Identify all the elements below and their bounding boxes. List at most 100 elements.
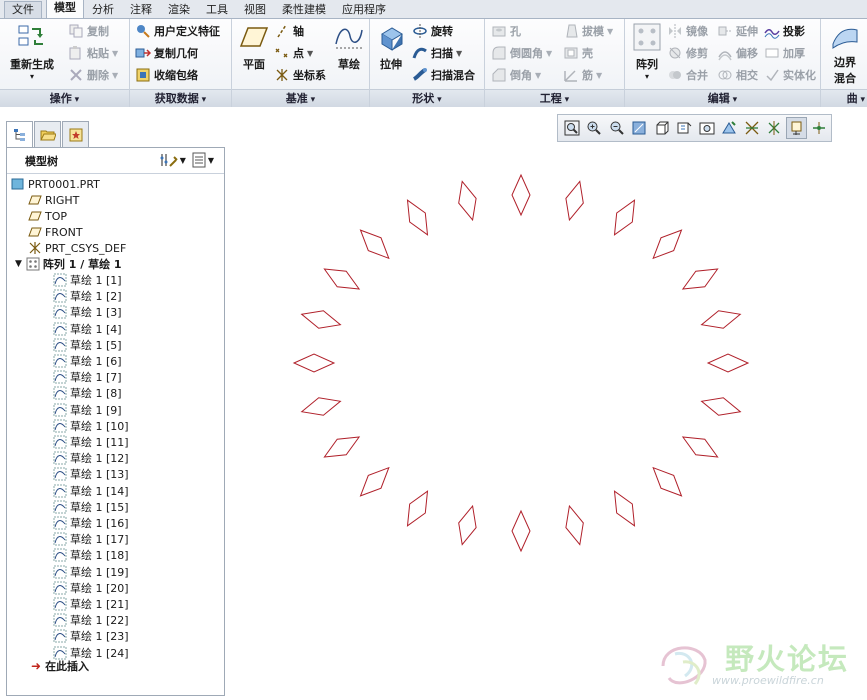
display-style-button[interactable] [651,117,672,139]
tree-item-sketch[interactable]: 草绘 1 [17] [53,531,129,547]
sketch-rhombus[interactable] [652,466,683,497]
solidify-button[interactable]: 实体化 [764,65,816,85]
regenerate-button[interactable]: 重新生成 ▾ [6,22,58,81]
tree-item-sketch[interactable]: 草绘 1 [11] [53,434,129,450]
sketch-rhombus[interactable] [406,199,429,236]
tree-item-sketch[interactable]: 草绘 1 [19] [53,564,129,580]
tree-root-part[interactable]: PRT0001.PRT [11,176,100,192]
group-label-shapes[interactable]: 形状 [370,89,484,107]
show-menu-icon[interactable] [192,152,206,168]
group-label-engineering[interactable]: 工程 [485,89,624,107]
tab-annotate[interactable]: 注释 [122,1,160,18]
tree-item-sketch[interactable]: 草绘 1 [3] [53,304,122,320]
sketch-rhombus[interactable] [565,180,584,222]
axis-button[interactable]: 轴 [274,21,304,41]
tree-insert-here[interactable]: ➜ 在此插入 [31,658,89,674]
sketch-rhombus[interactable] [458,504,477,546]
sketch-rhombus[interactable] [323,436,361,458]
copy-button[interactable]: 复制 [68,21,109,41]
tree-item-sketch[interactable]: 草绘 1 [7] [53,369,122,385]
sketch-rhombus[interactable] [681,268,719,290]
sketch-rhombus[interactable] [706,353,750,373]
zoom-out-button[interactable] [606,117,627,139]
sketch-rhombus[interactable] [613,490,636,527]
pattern-dropdown-arrow[interactable]: ▾ [629,72,665,81]
rib-button[interactable]: 筋 ▼ [563,65,602,85]
group-label-get-data[interactable]: 获取数据 [130,89,231,107]
delete-dropdown-arrow[interactable]: ▼ [112,71,118,80]
group-label-surfaces[interactable]: 曲 [821,89,867,107]
collapse-arrow-icon[interactable]: ▼ [15,259,22,269]
tree-item-sketch[interactable]: 草绘 1 [20] [53,580,129,596]
tree-item-sketch[interactable]: 草绘 1 [23] [53,628,129,644]
view-manager-button[interactable] [696,117,717,139]
tab-view[interactable]: 视图 [236,1,274,18]
tab-analysis[interactable]: 分析 [84,1,122,18]
intersect-button[interactable]: 相交 [717,65,758,85]
sketch-rhombus[interactable] [323,268,361,290]
thicken-button[interactable]: 加厚 [764,43,805,63]
tree-item-top[interactable]: TOP [28,208,67,224]
tree-item-sketch[interactable]: 草绘 1 [8] [53,385,122,401]
tree-item-csys[interactable]: PRT_CSYS_DEF [28,240,126,256]
hole-button[interactable]: 孔 [491,21,521,41]
sketch-rhombus[interactable] [300,397,342,416]
shell-button[interactable]: 壳 [563,43,593,63]
extrude-button[interactable]: 拉伸 [374,22,408,72]
sketch-rhombus[interactable] [511,173,531,217]
sketch-rhombus[interactable] [511,509,531,553]
tab-applications[interactable]: 应用程序 [334,1,394,18]
tree-settings-icon[interactable] [160,152,178,168]
chamfer-dropdown-arrow[interactable]: ▼ [535,71,541,80]
sketch-rhombus[interactable] [700,397,742,416]
group-label-datum[interactable]: 基准 [232,89,369,107]
boundary-blend-button[interactable]: 边界 混合 [827,22,863,86]
project-button[interactable]: 投影 [764,21,805,41]
perspective-button[interactable] [719,117,740,139]
file-menu[interactable]: 文件 [4,1,42,18]
tab-model-tree[interactable] [6,121,33,147]
axis-display-button[interactable] [764,117,785,139]
sketch-button[interactable]: 草绘 [332,22,366,72]
tree-item-sketch[interactable]: 草绘 1 [1] [53,272,122,288]
tree-settings-dropdown-arrow[interactable]: ▼ [180,156,186,165]
round-dropdown-arrow[interactable]: ▼ [546,49,552,58]
sketch-rhombus[interactable] [613,199,636,236]
tree-item-sketch[interactable]: 草绘 1 [2] [53,288,122,304]
delete-button[interactable]: 删除 ▼ [68,65,118,85]
tree-item-sketch[interactable]: 草绘 1 [21] [53,596,129,612]
tree-item-sketch[interactable]: 草绘 1 [13] [53,466,129,482]
saved-views-button[interactable] [674,117,695,139]
zoom-in-button[interactable] [584,117,605,139]
draft-dropdown-arrow[interactable]: ▼ [607,27,613,36]
tab-folder-browser[interactable] [34,121,61,147]
point-display-button[interactable] [786,117,807,139]
tree-item-sketch[interactable]: 草绘 1 [18] [53,547,129,563]
extend-button[interactable]: 延伸 [717,21,758,41]
plane-button[interactable]: 平面 [236,22,272,72]
tab-flexible-modeling[interactable]: 柔性建模 [274,1,334,18]
csys-display-button[interactable] [809,117,830,139]
graphics-window[interactable] [228,145,867,700]
tab-favorites[interactable] [62,121,89,147]
sketch-rhombus[interactable] [359,466,390,497]
merge-button[interactable]: 合并 [667,65,708,85]
tree-item-sketch[interactable]: 草绘 1 [4] [53,321,122,337]
rib-dropdown-arrow[interactable]: ▼ [596,71,602,80]
paste-button[interactable]: 粘贴 ▼ [68,43,118,63]
group-label-editing[interactable]: 编辑 [625,89,820,107]
refit-button[interactable] [561,117,582,139]
tab-render[interactable]: 渲染 [160,1,198,18]
tree-item-sketch[interactable]: 草绘 1 [15] [53,499,129,515]
tree-item-sketch[interactable]: 草绘 1 [22] [53,612,129,628]
sketch-rhombus[interactable] [359,229,390,260]
round-button[interactable]: 倒圆角 ▼ [491,43,552,63]
sketch-rhombus[interactable] [292,353,336,373]
sweep-dropdown-arrow[interactable]: ▼ [456,49,462,58]
tab-tools[interactable]: 工具 [198,1,236,18]
user-defined-feature-button[interactable]: 用户定义特征 [135,21,220,41]
sketch-rhombus[interactable] [681,436,719,458]
tree-item-sketch[interactable]: 草绘 1 [10] [53,418,129,434]
pattern-button[interactable]: 阵列 ▾ [629,22,665,81]
sketch-rhombus[interactable] [300,310,342,329]
